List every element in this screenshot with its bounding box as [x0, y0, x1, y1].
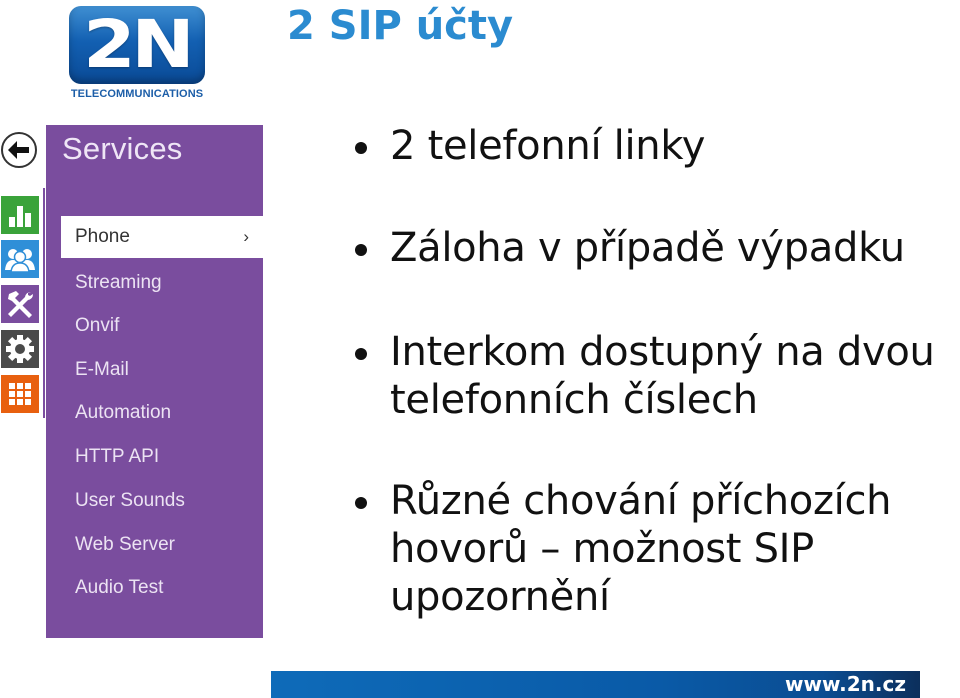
company-logo: 2N TELECOMMUNICATIONS: [66, 6, 208, 102]
status-button[interactable]: [1, 196, 39, 234]
bullet-dot: [355, 348, 367, 360]
arrow-left-icon: [8, 141, 29, 159]
system-button[interactable]: [1, 330, 39, 368]
bullet-dot: [355, 497, 367, 509]
bullet-text: Záloha v případě výpadku: [390, 225, 905, 271]
menu-item-label: Web Server: [75, 534, 175, 555]
menu-item-user-sounds[interactable]: User Sounds: [61, 480, 263, 522]
services-button[interactable]: [1, 375, 39, 413]
logo-badge: 2N: [69, 6, 205, 84]
rail-divider: [43, 188, 45, 418]
menu-item-label: Automation: [75, 402, 172, 423]
menu-item-onvif[interactable]: Onvif: [61, 305, 263, 347]
directory-button[interactable]: [1, 240, 39, 278]
users-icon: [5, 249, 35, 272]
bullet-dot: [355, 244, 367, 256]
menu-item-label: HTTP API: [75, 446, 160, 467]
footer-url: www.2n.cz: [785, 672, 906, 696]
menu-item-label: Onvif: [75, 315, 120, 336]
tools-icon: [8, 291, 33, 318]
menu-item-streaming[interactable]: Streaming: [61, 262, 263, 304]
menu-item-label: Streaming: [75, 272, 162, 293]
menu-item-automation[interactable]: Automation: [61, 392, 263, 434]
logo-subtitle: TELECOMMUNICATIONS: [70, 88, 204, 100]
gear-icon: [6, 335, 34, 363]
bar-chart-icon: [9, 206, 31, 227]
footer-bar: www.2n.cz: [271, 671, 920, 698]
bullet-text: Různé chování příchozích hovorů – možnos…: [390, 478, 892, 620]
menu-item-label: Audio Test: [75, 577, 164, 598]
bullet-text: Interkom dostupný na dvou telefonních čí…: [390, 329, 935, 423]
back-button[interactable]: [1, 132, 37, 168]
menu-item-http-api[interactable]: HTTP API: [61, 436, 263, 478]
bullet-text: 2 telefonní linky: [390, 123, 706, 169]
menu-item-phone[interactable]: Phone ›: [61, 216, 263, 258]
services-title: Services: [62, 131, 183, 166]
logo-mark: 2N: [83, 6, 195, 83]
hardware-button[interactable]: [1, 285, 39, 323]
menu-item-web-server[interactable]: Web Server: [61, 524, 263, 566]
services-panel: Services Phone › Streaming Onvif E-Mail …: [46, 125, 263, 638]
chevron-right-icon: ›: [243, 227, 249, 246]
menu-item-label: Phone: [75, 226, 130, 247]
menu-item-label: User Sounds: [75, 490, 185, 511]
bullet-dot: [355, 142, 367, 154]
menu-item-email[interactable]: E-Mail: [61, 349, 263, 391]
menu-item-audio-test[interactable]: Audio Test: [61, 567, 263, 609]
slide-title: 2 SIP účty: [287, 3, 514, 49]
grid-icon: [9, 383, 31, 405]
menu-item-label: E-Mail: [75, 359, 129, 380]
